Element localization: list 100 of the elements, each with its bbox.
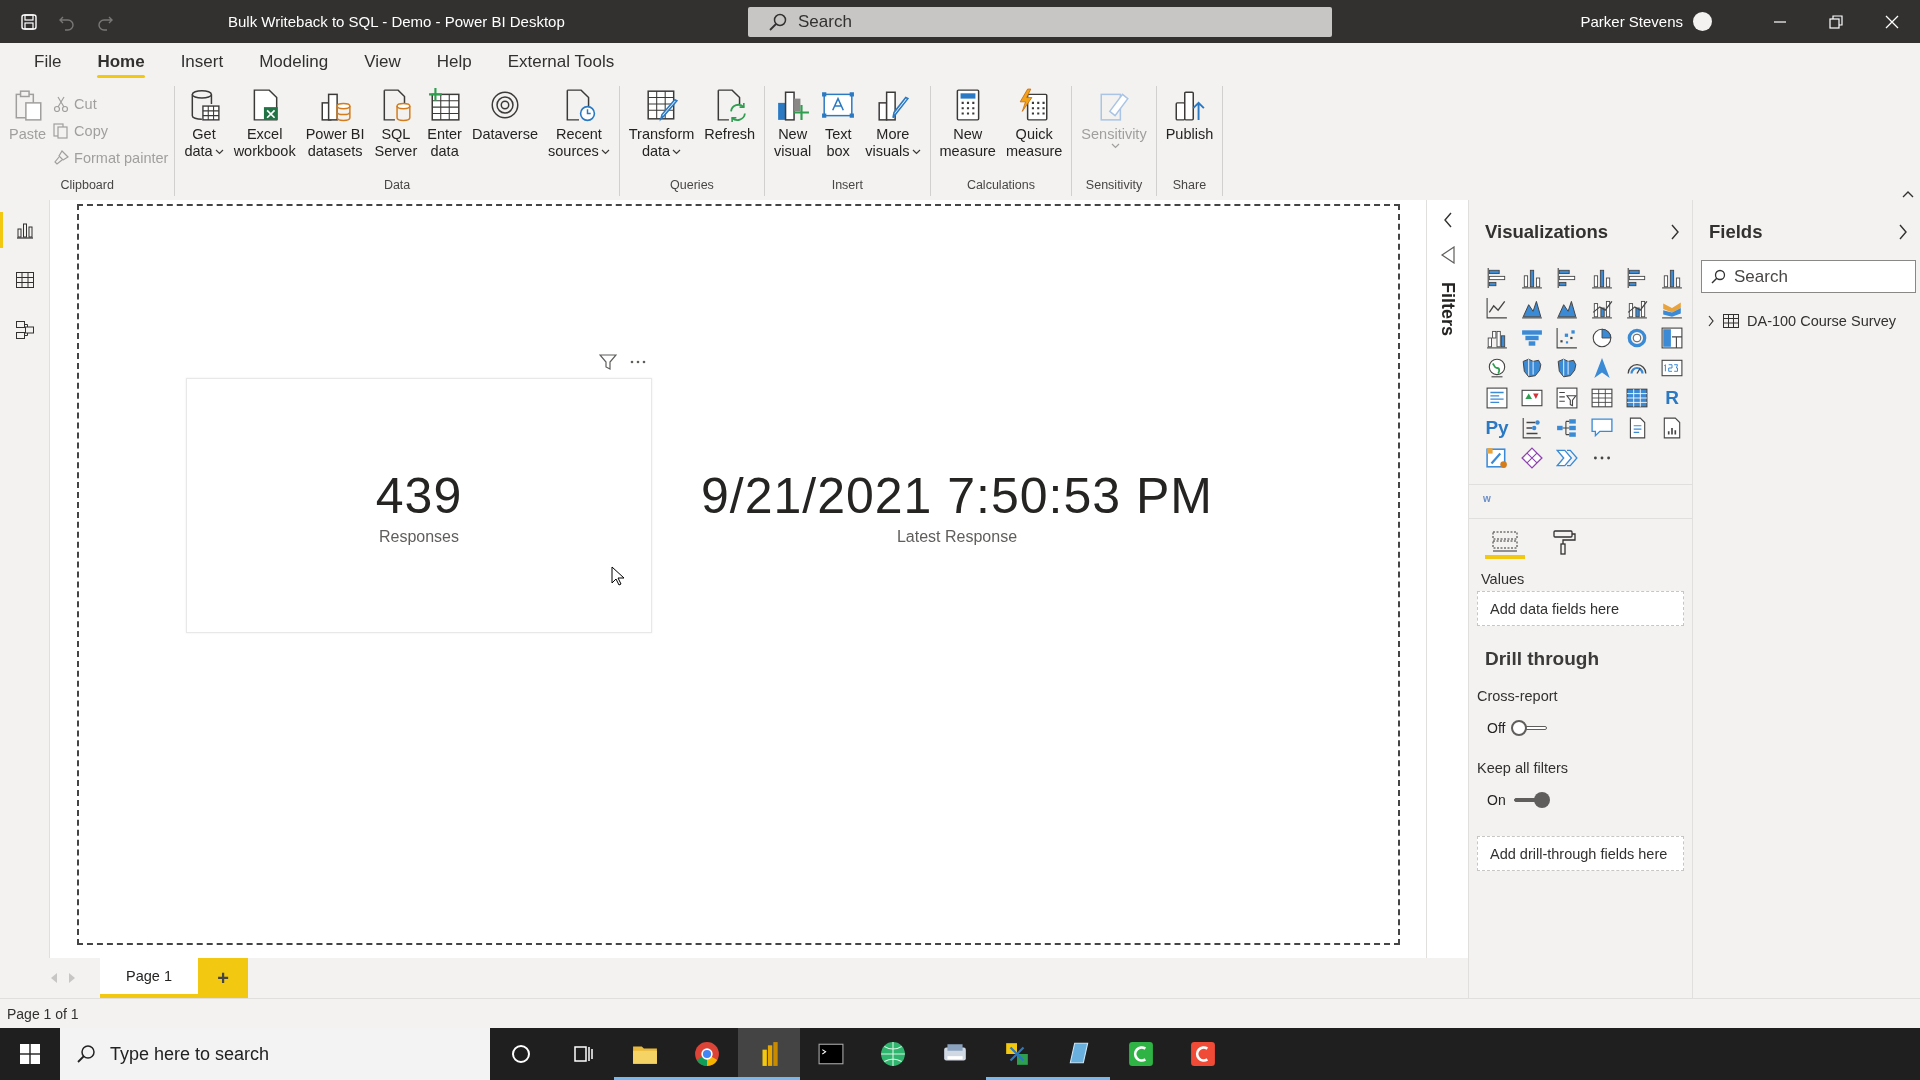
- menu-tab[interactable]: Help: [418, 43, 490, 80]
- map-icon[interactable]: [1521, 357, 1543, 379]
- pointer-cursor-icon: [611, 566, 625, 586]
- bar-chart-icon[interactable]: [1626, 267, 1648, 289]
- ribbon-button[interactable]: New visual: [771, 86, 815, 162]
- copy-icon: [53, 123, 70, 139]
- paint-roller-icon: [1551, 529, 1579, 555]
- bar-chart-icon[interactable]: [1486, 267, 1508, 289]
- drop-field[interactable]: Add data fields here: [1477, 591, 1684, 626]
- restore-icon[interactable]: [1828, 13, 1844, 30]
- group-label: Calculations: [965, 178, 1036, 194]
- page-tab[interactable]: Page 1: [100, 958, 198, 998]
- column-chart-icon[interactable]: [1521, 267, 1543, 289]
- ribbon-button[interactable]: Enter data: [424, 86, 465, 162]
- donut-chart-icon[interactable]: [1626, 327, 1648, 349]
- bar-chart-icon: [14, 220, 35, 240]
- pane-title: Fields: [1709, 221, 1763, 243]
- matrix-icon[interactable]: [1626, 387, 1648, 409]
- globe-icon[interactable]: [1486, 357, 1508, 379]
- card-value: 439: [375, 466, 463, 526]
- search-field[interactable]: Search: [748, 6, 1332, 37]
- group-label: Data: [382, 178, 412, 194]
- save-icon[interactable]: [20, 12, 38, 31]
- menu-tab[interactable]: Home: [79, 43, 163, 80]
- double-chevron-icon[interactable]: [1556, 447, 1578, 469]
- menu-tab[interactable]: Insert: [162, 43, 242, 80]
- ribbon-button[interactable]: Recent sources: [545, 86, 613, 162]
- pie-chart-icon[interactable]: [1591, 327, 1613, 349]
- ribbon-button[interactable]: Excel workbook: [230, 86, 299, 162]
- more-options-icon[interactable]: [629, 359, 647, 365]
- search-field[interactable]: Search: [1701, 260, 1916, 293]
- funnel-chart-icon[interactable]: [1521, 327, 1543, 349]
- terminal-icon: [818, 1041, 844, 1067]
- ribbon-button[interactable]: Quick measure: [1002, 86, 1066, 162]
- ribbon-button[interactable]: Publish: [1162, 86, 1217, 145]
- circle-icon[interactable]: [511, 1044, 531, 1064]
- c-logo-icon: [1128, 1041, 1154, 1067]
- ribbon-button[interactable]: More visuals: [862, 86, 924, 162]
- card-visual[interactable]: 9/21/2021 7:50:53 PM Latest Response: [657, 378, 1257, 633]
- line-chart-icon[interactable]: [1486, 297, 1508, 319]
- visual-type-button[interactable]: Py: [1485, 416, 1509, 440]
- table-icon[interactable]: [1591, 387, 1613, 409]
- ribbon-button[interactable]: New measure: [936, 86, 999, 162]
- column-chart-icon[interactable]: [1591, 267, 1613, 289]
- navigation-arrow-icon[interactable]: [1591, 357, 1613, 379]
- table-name[interactable]: DA-100 Course Survey: [1747, 313, 1897, 329]
- chevron-right-icon[interactable]: [1898, 224, 1908, 240]
- key-influencers-icon[interactable]: [1521, 417, 1543, 439]
- scatter-chart-icon[interactable]: [1556, 327, 1578, 349]
- window-title: Bulk Writeback to SQL - Demo - Power BI Desktop: [228, 13, 566, 30]
- add-page-button[interactable]: +: [197, 958, 248, 998]
- collapse-ribbon-icon[interactable]: [1902, 190, 1914, 198]
- taskbar-search-field[interactable]: Type here to search: [60, 1028, 490, 1080]
- menu-tab[interactable]: External Tools: [489, 43, 633, 80]
- chevron-right-icon[interactable]: [1670, 224, 1680, 240]
- scissors-icon: [53, 96, 70, 112]
- task-view-icon[interactable]: [573, 1044, 593, 1064]
- toggle-state: Off: [1487, 720, 1506, 736]
- filter-icon[interactable]: [599, 353, 617, 371]
- speech-bubble-icon[interactable]: [1591, 417, 1613, 439]
- drop-field[interactable]: Add drill-through fields here: [1477, 836, 1684, 871]
- slicer-icon[interactable]: [1556, 387, 1578, 409]
- filters-pane-title[interactable]: Filters: [1437, 282, 1458, 337]
- ribbon-button[interactable]: Text box: [818, 86, 859, 162]
- ribbon-button[interactable]: Get data: [181, 86, 227, 162]
- expand-chevron-icon[interactable]: [1707, 315, 1715, 327]
- kpi-icon[interactable]: [1521, 387, 1543, 409]
- group-label: Clipboard: [59, 178, 115, 194]
- c-logo-icon: [1190, 1041, 1216, 1067]
- table-icon: [1723, 314, 1739, 328]
- menu-tab[interactable]: File: [16, 43, 80, 80]
- decomposition-tree-icon[interactable]: [1556, 417, 1578, 439]
- pane-title: Visualizations: [1485, 221, 1609, 243]
- ribbon-button[interactable]: Power BI datasets: [302, 86, 368, 162]
- avatar[interactable]: [1693, 12, 1712, 31]
- report-document-icon[interactable]: [1661, 417, 1683, 439]
- ribbon-button[interactable]: Refresh: [701, 86, 759, 145]
- column-chart-icon[interactable]: [1661, 267, 1683, 289]
- ribbon-button[interactable]: Transform data: [625, 86, 698, 162]
- menu-tab[interactable]: Modeling: [241, 43, 347, 80]
- pane-tab[interactable]: [1485, 529, 1525, 559]
- chevron-left-icon[interactable]: [1442, 212, 1453, 228]
- card-label: Responses: [378, 527, 459, 546]
- ribbon-button[interactable]: SQL Server: [371, 86, 421, 162]
- ribbon-button[interactable]: Dataverse: [468, 86, 541, 145]
- tool-icon: [1004, 1041, 1030, 1067]
- map-icon[interactable]: [1556, 357, 1578, 379]
- close-icon[interactable]: [1884, 13, 1900, 30]
- toggle-label: Cross-report: [1476, 687, 1559, 706]
- menu-tab[interactable]: View: [346, 43, 419, 80]
- bar-chart-icon[interactable]: [1556, 267, 1578, 289]
- diamond-icon[interactable]: [1521, 447, 1543, 469]
- windows-logo-icon[interactable]: [20, 1044, 40, 1064]
- app-tile-icon[interactable]: [1486, 447, 1508, 469]
- user-name: Parker Stevens: [1580, 13, 1683, 30]
- treemap-icon[interactable]: [1661, 327, 1683, 349]
- group-label: Share: [1171, 178, 1208, 194]
- multi-row-card-icon[interactable]: [1486, 387, 1508, 409]
- number-card-icon[interactable]: [1661, 357, 1683, 379]
- visual-type-button[interactable]: R: [1665, 386, 1679, 410]
